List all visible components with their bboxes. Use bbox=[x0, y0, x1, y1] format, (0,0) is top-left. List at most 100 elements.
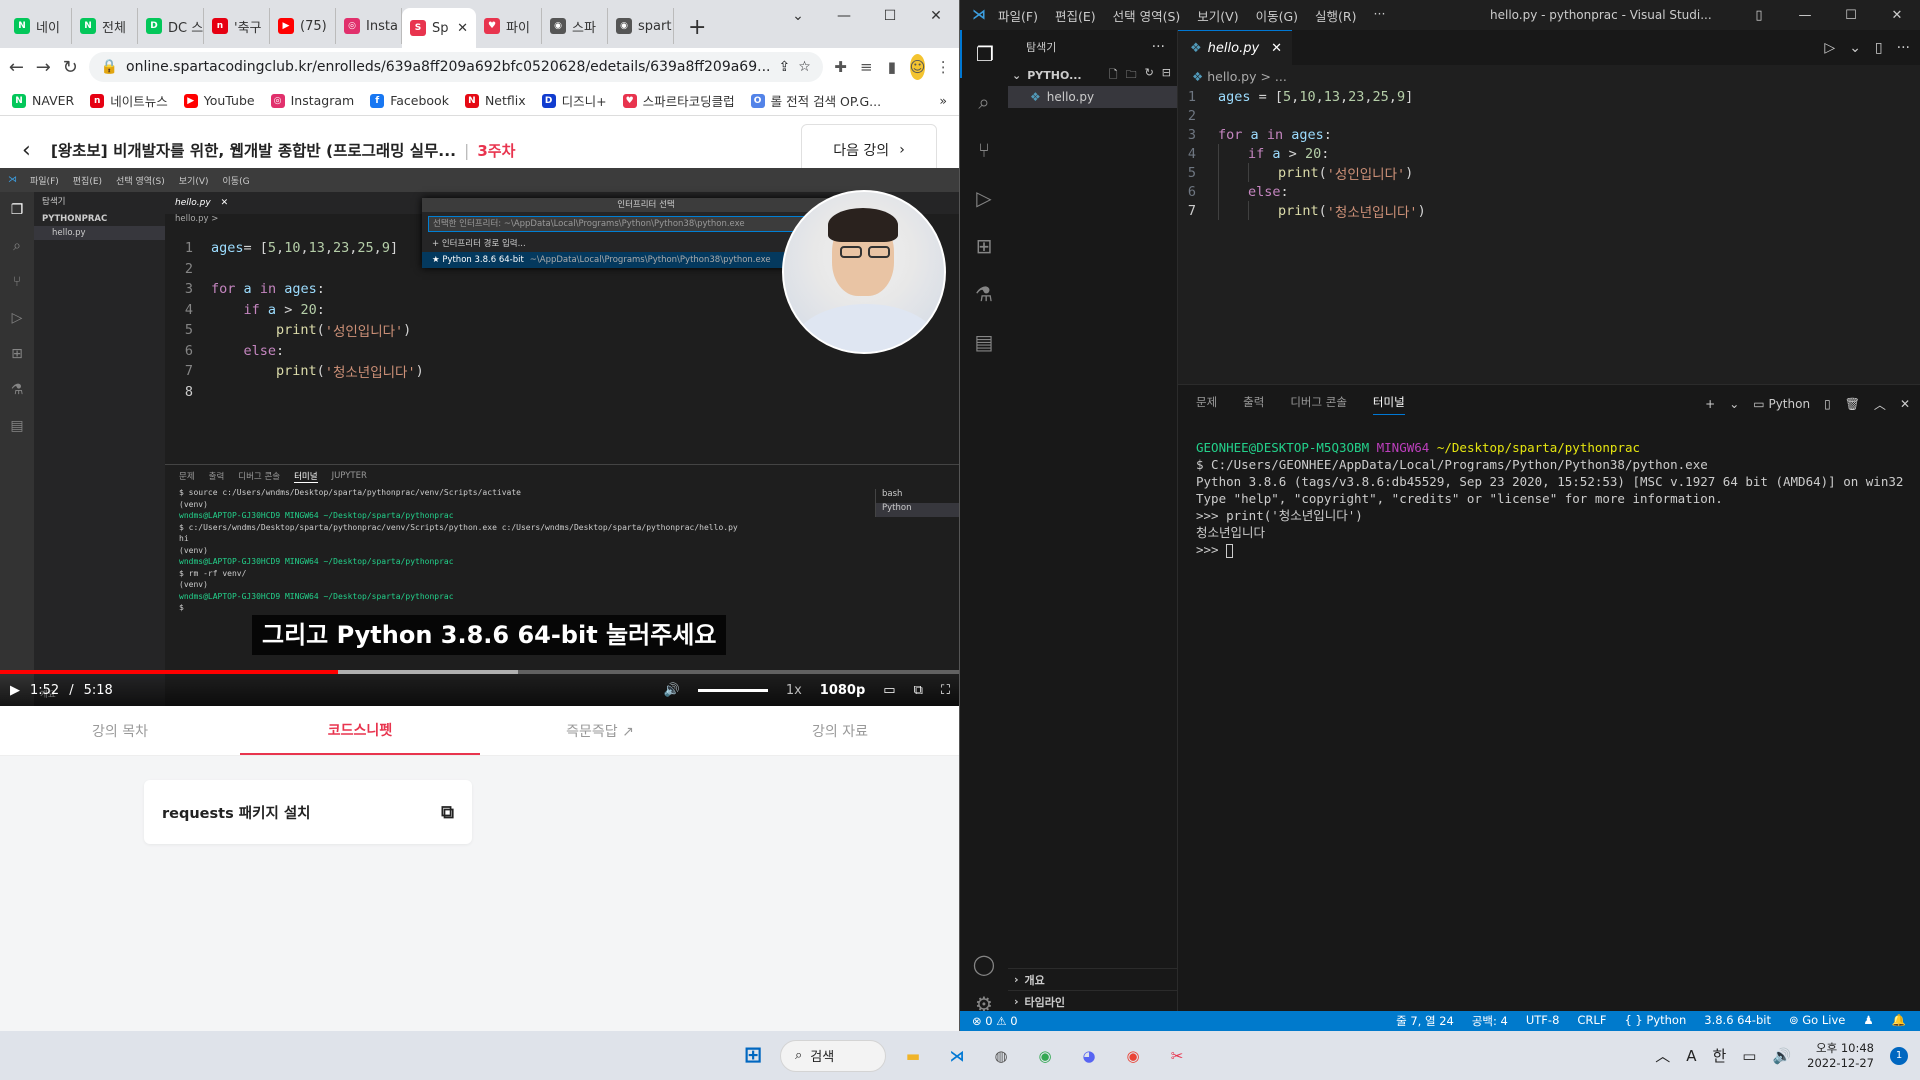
chrome-icon[interactable]: ◉ bbox=[1028, 1039, 1062, 1073]
lecture-tab[interactable]: 코드스니펫 bbox=[240, 706, 480, 755]
explorer-icon[interactable]: ❐ bbox=[960, 30, 1008, 78]
chrome-menu-icon[interactable]: ⋮ bbox=[935, 54, 951, 80]
menu-item[interactable]: ··· bbox=[1374, 6, 1386, 25]
source-control-icon[interactable]: ⑂ bbox=[960, 126, 1008, 174]
vs-maximize-button[interactable]: ☐ bbox=[1828, 8, 1874, 23]
close-panel-icon[interactable]: ✕ bbox=[1900, 397, 1910, 411]
tray-overflow-icon[interactable]: ︿ bbox=[1655, 1045, 1670, 1066]
copy-icon[interactable]: ⧉ bbox=[441, 802, 454, 823]
bookmark-item[interactable]: ◎ Instagram bbox=[270, 91, 354, 110]
minimize-button[interactable]: — bbox=[821, 0, 867, 32]
close-window-button[interactable]: ✕ bbox=[913, 0, 959, 32]
bookmark-item[interactable]: N NAVER bbox=[12, 91, 74, 110]
status-interpreter[interactable]: 3.8.6 64-bit bbox=[1704, 1013, 1771, 1029]
split-editor-icon[interactable]: ▯ bbox=[1875, 40, 1883, 56]
terminal-dropdown-icon[interactable]: ⌄ bbox=[1729, 397, 1739, 411]
menu-item[interactable]: 파일(F) bbox=[998, 6, 1038, 25]
browser-tab[interactable]: ◉ 스파 bbox=[542, 8, 608, 44]
volume-slider[interactable] bbox=[697, 688, 768, 692]
volume-icon[interactable]: 🔊 bbox=[664, 683, 680, 698]
run-dropdown-icon[interactable]: ⌄ bbox=[1849, 40, 1861, 56]
clock[interactable]: 오후 10:48 2022-12-27 bbox=[1807, 1041, 1874, 1071]
layout-icon[interactable]: ▯ bbox=[1736, 8, 1782, 23]
network-icon[interactable]: ▭ bbox=[1742, 1047, 1756, 1065]
snipping-tool-icon[interactable]: ✂ bbox=[1160, 1039, 1194, 1073]
browser-tab[interactable]: ♥ 파이 bbox=[476, 8, 542, 44]
panel-tab[interactable]: 문제 bbox=[1196, 394, 1217, 415]
run-debug-icon[interactable]: ▷ bbox=[960, 174, 1008, 222]
avatar[interactable]: ☺ bbox=[909, 54, 926, 80]
bookmark-item[interactable]: N Netflix bbox=[464, 91, 526, 110]
collapse-icon[interactable]: ⊟ bbox=[1162, 66, 1171, 85]
terminal-output[interactable]: GEONHEE@DESKTOP-M5Q3OBM MINGW64 ~/Deskto… bbox=[1178, 423, 1920, 558]
tab-search-icon[interactable]: ⌄ bbox=[775, 0, 821, 32]
file-explorer-icon[interactable]: ▬ bbox=[896, 1039, 930, 1073]
browser-tab[interactable]: S Sp ✕ bbox=[402, 8, 476, 48]
browser-tab[interactable]: N 네이 bbox=[6, 8, 72, 44]
browser-tab[interactable]: D DC 스 bbox=[138, 8, 204, 44]
tab-close-icon[interactable]: ✕ bbox=[457, 21, 468, 36]
status-language[interactable]: { } Python bbox=[1624, 1013, 1686, 1029]
browser-tab[interactable]: N 전체 bbox=[72, 8, 138, 44]
status-bell-icon[interactable]: 🔔 bbox=[1892, 1013, 1906, 1029]
run-file-icon[interactable]: ▷ bbox=[1824, 40, 1835, 56]
timeline-section[interactable]: › 타임라인 bbox=[1008, 990, 1178, 1012]
start-button[interactable]: ⊞ bbox=[736, 1039, 770, 1073]
media-icon[interactable]: ≡ bbox=[858, 54, 874, 80]
bookmark-item[interactable]: ♥ 스파르타코딩클럽 bbox=[622, 91, 735, 110]
bookmark-star-icon[interactable]: ☆ bbox=[798, 59, 811, 75]
bookmark-item[interactable]: n 네이트뉴스 bbox=[90, 91, 168, 110]
menu-item[interactable]: 이동(G) bbox=[1256, 6, 1298, 25]
vscode-taskbar-icon[interactable]: ⋊ bbox=[940, 1039, 974, 1073]
bookmark-item[interactable]: ▶ YouTube bbox=[183, 91, 255, 110]
panel-tab[interactable]: 출력 bbox=[1243, 394, 1264, 415]
maximize-button[interactable]: ☐ bbox=[867, 0, 913, 32]
taskbar-search[interactable]: ⌕ 검색 bbox=[780, 1039, 886, 1072]
tab-close-icon[interactable]: ✕ bbox=[1271, 41, 1282, 56]
bookmark-item[interactable]: O 롤 전적 검색 OP.G... bbox=[750, 91, 881, 110]
play-icon[interactable]: ▶ bbox=[10, 683, 20, 698]
back-icon[interactable]: ← bbox=[8, 53, 25, 81]
status-golive[interactable]: ⊚ Go Live bbox=[1789, 1013, 1845, 1029]
bookmark-item[interactable]: f Facebook bbox=[370, 91, 449, 110]
editor-more-icon[interactable]: ··· bbox=[1897, 40, 1910, 56]
lecture-tab[interactable]: 강의 자료 bbox=[720, 706, 959, 755]
menu-item[interactable]: 보기(V) bbox=[1197, 6, 1238, 25]
video-player[interactable]: ⋊ 파일(F) 편집(E) 선택 영역(S) 보기(V) 이동(G ❐ ⌕ ⑂ ▷ ⊞ … bbox=[0, 168, 959, 706]
reload-icon[interactable]: ↻ bbox=[62, 53, 79, 81]
panel-tab[interactable]: 디버그 콘솔 bbox=[1290, 394, 1347, 415]
status-spaces[interactable]: 공백: 4 bbox=[1472, 1013, 1508, 1029]
share-icon[interactable]: ⇪ bbox=[778, 59, 790, 75]
editor-tab-hello-py[interactable]: ❖ hello.py ✕ bbox=[1178, 30, 1292, 65]
speed-button[interactable]: 1x bbox=[786, 683, 802, 698]
volume-icon[interactable]: 🔊 bbox=[1772, 1047, 1791, 1065]
breadcrumb[interactable]: ❖ hello.py > ... bbox=[1178, 65, 1920, 87]
status-problems[interactable]: ⊗ 0 ⚠ 0 bbox=[972, 1014, 1018, 1028]
pip-icon[interactable]: ⧉ bbox=[914, 683, 923, 698]
file-hello-py[interactable]: ❖ hello.py bbox=[1008, 86, 1177, 108]
new-tab-button[interactable]: + bbox=[674, 15, 720, 40]
explorer-more-icon[interactable]: ··· bbox=[1152, 39, 1165, 55]
status-encoding[interactable]: UTF-8 bbox=[1526, 1013, 1560, 1029]
status-position[interactable]: 줄 7, 열 24 bbox=[1396, 1013, 1454, 1029]
notebook-icon[interactable]: ▤ bbox=[960, 318, 1008, 366]
new-terminal-icon[interactable]: + bbox=[1705, 397, 1715, 411]
new-file-icon[interactable]: 🗋 bbox=[1109, 66, 1118, 85]
course-back-icon[interactable]: ‹ bbox=[22, 138, 31, 163]
refresh-icon[interactable]: ↻ bbox=[1145, 66, 1154, 85]
more-bookmarks-icon[interactable]: » bbox=[939, 93, 947, 108]
notification-badge[interactable]: 1 bbox=[1890, 1046, 1908, 1065]
extensions-icon[interactable]: ✚ bbox=[833, 54, 849, 80]
status-account-icon[interactable]: ♟ bbox=[1863, 1013, 1873, 1029]
status-eol[interactable]: CRLF bbox=[1577, 1013, 1606, 1029]
captions-icon[interactable]: ▭ bbox=[883, 683, 895, 698]
new-folder-icon[interactable]: 🗀 bbox=[1126, 66, 1137, 85]
quality-button[interactable]: 1080p bbox=[820, 683, 866, 698]
fullscreen-icon[interactable]: ⛶ bbox=[941, 683, 950, 698]
browser-tab[interactable]: n '축구 bbox=[204, 8, 270, 44]
vs-close-button[interactable]: ✕ bbox=[1874, 8, 1920, 23]
lecture-tab[interactable]: 강의 목차 bbox=[0, 706, 240, 755]
terminal-profile[interactable]: ▭ Python bbox=[1753, 397, 1810, 411]
menu-item[interactable]: 선택 영역(S) bbox=[1113, 6, 1181, 25]
browser-tab[interactable]: ◎ Insta bbox=[336, 8, 402, 44]
